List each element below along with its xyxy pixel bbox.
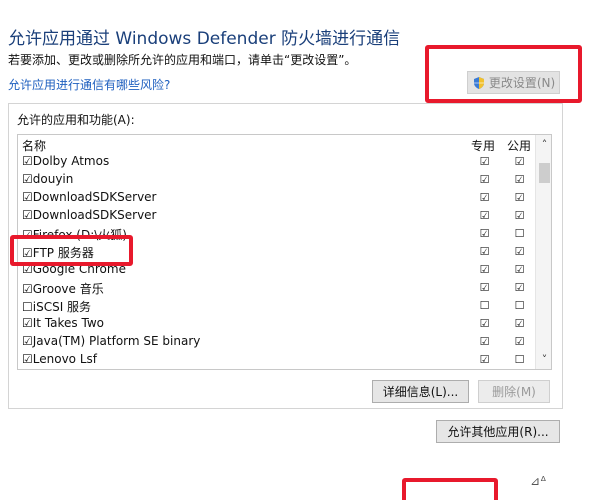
app-name[interactable]: ☑Dolby Atmos: [22, 154, 109, 168]
private-checkbox[interactable]: ☑: [479, 282, 490, 293]
list-row[interactable]: ☑Dolby Atmos ☑ ☑: [18, 153, 535, 171]
list-row[interactable]: ☑Groove 音乐 ☑ ☑: [18, 279, 535, 297]
column-header-private[interactable]: 专用: [471, 137, 495, 154]
private-checkbox[interactable]: ☑: [479, 210, 490, 221]
public-checkbox[interactable]: ☑: [514, 336, 525, 347]
list-header: 名称 专用 公用: [18, 135, 535, 153]
private-checkbox[interactable]: ☑: [479, 228, 490, 239]
app-name[interactable]: ☑Groove 音乐: [22, 280, 104, 297]
list-row[interactable]: ☑It Takes Two ☑ ☑: [18, 315, 535, 333]
column-header-name[interactable]: 名称: [22, 137, 46, 154]
app-name[interactable]: ☑DownloadSDKServer: [22, 208, 156, 222]
risk-help-link[interactable]: 允许应用进行通信有哪些风险?: [8, 76, 170, 93]
details-button[interactable]: 详细信息(L)...: [372, 380, 469, 403]
app-name[interactable]: ☐iSCSI 服务: [22, 298, 91, 315]
app-name[interactable]: ☑douyin: [22, 172, 73, 186]
list-scrollbar[interactable]: ˄ ˅: [535, 135, 551, 369]
list-row[interactable]: ☑DownloadSDKServer ☑ ☑: [18, 189, 535, 207]
highlight-ok-button: [402, 478, 498, 500]
page-title: 允许应用通过 Windows Defender 防火墙进行通信: [8, 29, 401, 49]
list-row[interactable]: ☑Java(TM) Platform SE binary ☑ ☑: [18, 333, 535, 351]
chevron-up-icon[interactable]: ˄: [536, 137, 551, 153]
chevron-down-icon[interactable]: ˅: [536, 352, 551, 368]
public-checkbox[interactable]: ☐: [514, 228, 525, 239]
list-row[interactable]: ☐iSCSI 服务 ☐ ☐: [18, 297, 535, 315]
app-name[interactable]: ☑DownloadSDKServer: [22, 190, 156, 204]
app-name[interactable]: ☑Lenovo Lsf: [22, 352, 97, 366]
list-row[interactable]: ☑douyin ☑ ☑: [18, 171, 535, 189]
private-checkbox[interactable]: ☑: [479, 174, 490, 185]
public-checkbox[interactable]: ☑: [514, 264, 525, 275]
scroll-thumb[interactable]: [539, 163, 550, 183]
app-name[interactable]: ☑It Takes Two: [22, 316, 104, 330]
highlight-ftp-row: [10, 235, 133, 266]
public-checkbox[interactable]: ☐: [514, 300, 525, 311]
public-checkbox[interactable]: ☑: [514, 246, 525, 257]
public-checkbox[interactable]: ☑: [514, 210, 525, 221]
list-row[interactable]: ☑Lenovo Lsf ☑ ☐: [18, 351, 535, 369]
list-row[interactable]: ☑DownloadSDKServer ☑ ☑: [18, 207, 535, 225]
public-checkbox[interactable]: ☑: [514, 192, 525, 203]
public-checkbox[interactable]: ☐: [514, 354, 525, 365]
remove-button[interactable]: 删除(M): [478, 380, 550, 403]
page-subtitle: 若要添加、更改或删除所允许的应用和端口，请单击“更改设置”。: [8, 53, 357, 67]
private-checkbox[interactable]: ☑: [479, 156, 490, 167]
private-checkbox[interactable]: ☑: [479, 354, 490, 365]
watermark-icon: ⊿ᐞ: [530, 474, 547, 488]
public-checkbox[interactable]: ☑: [514, 156, 525, 167]
allowed-apps-label: 允许的应用和功能(A):: [17, 113, 135, 127]
public-checkbox[interactable]: ☑: [514, 318, 525, 329]
private-checkbox[interactable]: ☑: [479, 336, 490, 347]
highlight-change-settings: [425, 45, 582, 103]
column-header-public[interactable]: 公用: [507, 137, 531, 154]
app-name[interactable]: ☑Java(TM) Platform SE binary: [22, 334, 200, 348]
private-checkbox[interactable]: ☑: [479, 318, 490, 329]
private-checkbox[interactable]: ☑: [479, 192, 490, 203]
public-checkbox[interactable]: ☑: [514, 282, 525, 293]
private-checkbox[interactable]: ☑: [479, 264, 490, 275]
public-checkbox[interactable]: ☑: [514, 174, 525, 185]
private-checkbox[interactable]: ☑: [479, 246, 490, 257]
allow-other-app-button[interactable]: 允许其他应用(R)...: [436, 420, 560, 443]
private-checkbox[interactable]: ☐: [479, 300, 490, 311]
